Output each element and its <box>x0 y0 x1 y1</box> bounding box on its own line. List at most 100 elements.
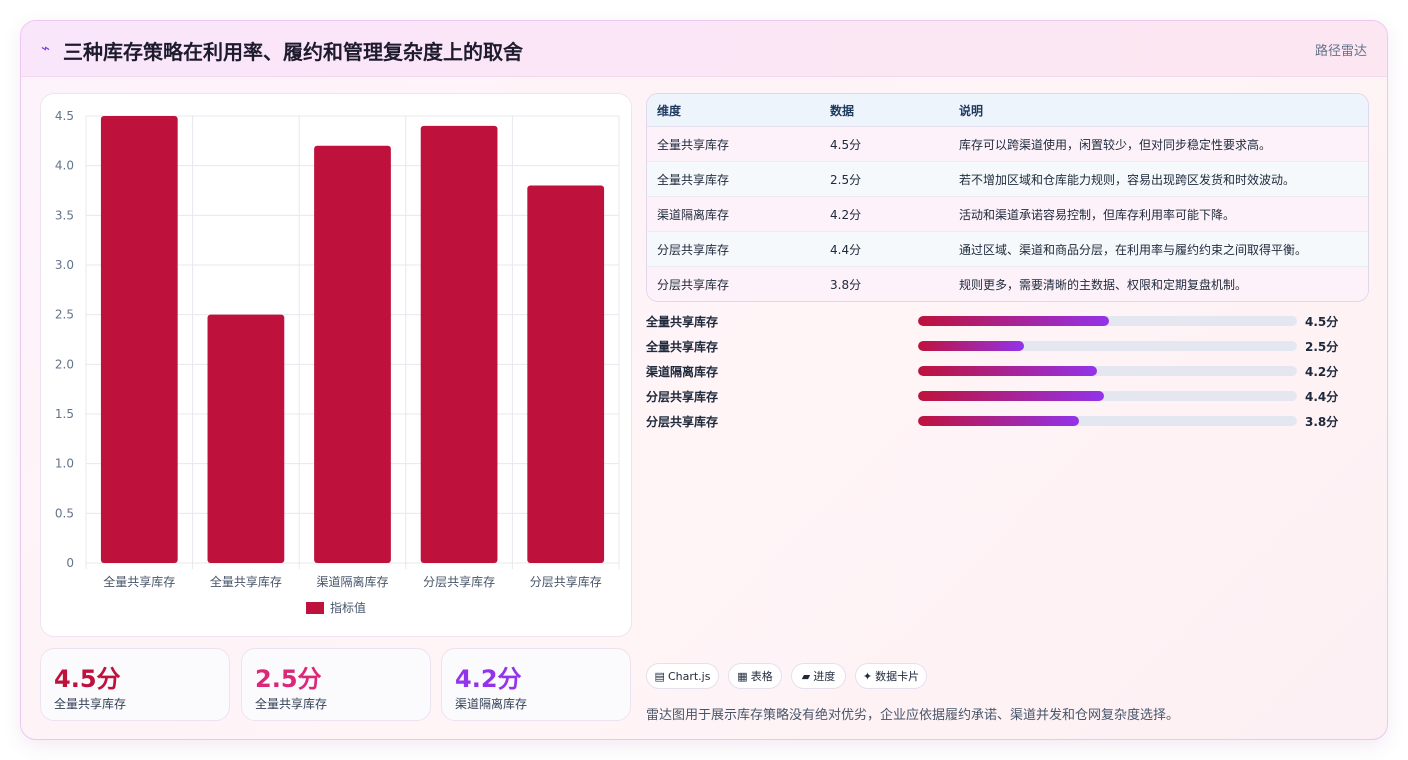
kpi-label: 渠道隔离库存 <box>455 697 528 711</box>
chip-chartjs[interactable]: ▤ Chart.js <box>646 663 719 689</box>
progress-value: 2.5分 <box>1305 340 1339 354</box>
kpi-label: 全量共享库存 <box>255 697 328 711</box>
table-cell: 通过区域、渠道和商品分层，在利用率与履约约束之间取得平衡。 <box>949 231 1368 267</box>
legend-label: 指标值 <box>330 600 366 615</box>
progress-track <box>918 341 1297 351</box>
table-cell: 分层共享库存 <box>647 266 820 301</box>
dashboard-card: ⌁ 三种库存策略在利用率、履约和管理复杂度上的取舍 路径雷达 0 0.5 1.0 1.… <box>20 20 1388 740</box>
progress-row: 分层共享库存 4.4分 <box>646 386 1366 411</box>
chip-table[interactable]: ▦ 表格 <box>728 663 782 689</box>
progress-row: 渠道隔离库存 4.2分 <box>646 361 1366 386</box>
bar <box>314 145 391 564</box>
progress-track <box>918 316 1297 326</box>
progress-value: 4.4分 <box>1305 390 1339 404</box>
chip-label: 数据卡片 <box>875 670 920 683</box>
footnote: 雷达图用于展示库存策略没有绝对优劣，企业应依据履约承诺、渠道并发和仓网复杂度选择… <box>646 708 1180 723</box>
progress-row: 分层共享库存 3.8分 <box>646 411 1366 436</box>
progress-label: 全量共享库存 <box>646 340 719 354</box>
progress-label: 渠道隔离库存 <box>646 365 719 379</box>
table-row: 全量共享库存 4.5分 库存可以跨渠道使用，闲置较少，但对同步稳定性要求高。 <box>647 126 1368 162</box>
progress-label: 分层共享库存 <box>646 415 719 429</box>
y-tick-label: 2.5 <box>55 308 74 322</box>
route-icon: ⌁ <box>41 39 51 57</box>
sparkle-icon: ✦ <box>862 670 873 683</box>
chip-progress[interactable]: ▰ 进度 <box>791 663 846 689</box>
progress-icon: ▰ <box>801 670 811 683</box>
bar <box>100 116 178 563</box>
header-badge: 路径雷达 <box>1314 44 1367 59</box>
progress-fill <box>918 391 1104 401</box>
kpi-card: 2.5分 全量共享库存 <box>241 648 431 721</box>
table-cell: 规则更多，需要清晰的主数据、权限和定期复盘机制。 <box>949 266 1368 301</box>
y-tick-label: 1.5 <box>55 407 74 421</box>
chip-data-card[interactable]: ✦ 数据卡片 <box>855 663 927 689</box>
table-cell: 全量共享库存 <box>647 126 820 162</box>
table-row: 渠道隔离库存 4.2分 活动和渠道承诺容易控制，但库存利用率可能下降。 <box>647 196 1368 232</box>
table-cell: 全量共享库存 <box>647 161 820 197</box>
progress-fill <box>918 416 1080 426</box>
x-tick-label: 分层共享库存 <box>423 574 495 589</box>
legend-swatch <box>306 602 324 614</box>
y-tick-label: 1.0 <box>55 457 74 471</box>
chart-icon: ▤ <box>654 670 665 683</box>
table-cell: 若不增加区域和仓库能力规则，容易出现跨区发货和时效波动。 <box>949 161 1368 197</box>
progress-list: 全量共享库存 4.5分 全量共享库存 2.5分 渠道隔离库存 4.2分 分层共享库存 4.4分… <box>646 311 1366 436</box>
progress-fill <box>918 316 1110 326</box>
table-icon: ▦ <box>737 670 748 683</box>
kpi-value: 4.5分 <box>54 665 121 693</box>
bar <box>420 125 498 563</box>
table-cell: 分层共享库存 <box>647 231 820 267</box>
table-header-row: 维度 数据 说明 <box>647 94 1368 127</box>
kpi-value: 2.5分 <box>255 665 322 693</box>
table-cell: 4.4分 <box>820 231 949 267</box>
page-title: 三种库存策略在利用率、履约和管理复杂度上的取舍 <box>63 40 523 64</box>
progress-value: 3.8分 <box>1305 415 1339 429</box>
column-header[interactable]: 数据 <box>820 94 949 127</box>
table-cell: 3.8分 <box>820 266 949 301</box>
progress-value: 4.5分 <box>1305 315 1339 329</box>
progress-label: 全量共享库存 <box>646 315 719 329</box>
kpi-label: 全量共享库存 <box>54 697 127 711</box>
x-tick-label: 全量共享库存 <box>103 574 175 589</box>
y-tick-label: 0 <box>66 556 74 570</box>
chip-label: Chart.js <box>667 670 711 683</box>
x-tick-label: 分层共享库存 <box>530 574 602 589</box>
progress-row: 全量共享库存 4.5分 <box>646 311 1366 336</box>
bar <box>207 314 285 563</box>
chip-label: 表格 <box>750 670 773 683</box>
data-table: 维度 数据 说明 全量共享库存 4.5分 库存可以跨渠道使用，闲置较少，但对同步… <box>646 93 1369 302</box>
chip-label: 进度 <box>813 670 836 683</box>
y-tick-label: 4.5 <box>55 109 74 123</box>
table-cell: 活动和渠道承诺容易控制，但库存利用率可能下降。 <box>949 196 1368 232</box>
bar-chart: 0 0.5 1.0 1.5 2.0 2.5 3.0 3.5 4.0 4.5 全量共享库存 全量共享库存… <box>55 109 620 615</box>
x-tick-label: 全量共享库存 <box>210 574 282 589</box>
progress-track <box>918 366 1297 376</box>
progress-value: 4.2分 <box>1305 365 1339 379</box>
column-header[interactable]: 维度 <box>647 94 820 127</box>
progress-row: 全量共享库存 2.5分 <box>646 336 1366 361</box>
progress-label: 分层共享库存 <box>646 390 719 404</box>
y-tick-label: 4.0 <box>55 159 74 173</box>
table-cell: 4.5分 <box>820 126 949 162</box>
header: ⌁ 三种库存策略在利用率、履约和管理复杂度上的取舍 路径雷达 <box>21 21 1387 77</box>
y-tick-label: 0.5 <box>55 506 74 520</box>
progress-fill <box>918 341 1025 351</box>
y-tick-label: 2.0 <box>55 357 74 371</box>
table-cell: 渠道隔离库存 <box>647 196 820 232</box>
table-row: 分层共享库存 4.4分 通过区域、渠道和商品分层，在利用率与履约约束之间取得平衡… <box>647 231 1368 267</box>
column-header[interactable]: 说明 <box>949 94 1368 127</box>
kpi-value: 4.2分 <box>455 665 522 693</box>
table-row: 分层共享库存 3.8分 规则更多，需要清晰的主数据、权限和定期复盘机制。 <box>647 266 1368 301</box>
kpi-card: 4.2分 渠道隔离库存 <box>441 648 631 721</box>
table-cell: 库存可以跨渠道使用，闲置较少，但对同步稳定性要求高。 <box>949 126 1368 162</box>
table-cell: 2.5分 <box>820 161 949 197</box>
y-tick-label: 3.5 <box>55 208 74 222</box>
bar <box>527 185 605 563</box>
progress-track <box>918 391 1297 401</box>
progress-track <box>918 416 1297 426</box>
x-tick-label: 渠道隔离库存 <box>316 574 388 589</box>
progress-fill <box>918 366 1097 376</box>
table-row: 全量共享库存 2.5分 若不增加区域和仓库能力规则，容易出现跨区发货和时效波动。 <box>647 161 1368 197</box>
table-cell: 4.2分 <box>820 196 949 232</box>
bar-chart-panel: 0 0.5 1.0 1.5 2.0 2.5 3.0 3.5 4.0 4.5 全量共享库存 全量共享库存… <box>40 93 632 637</box>
